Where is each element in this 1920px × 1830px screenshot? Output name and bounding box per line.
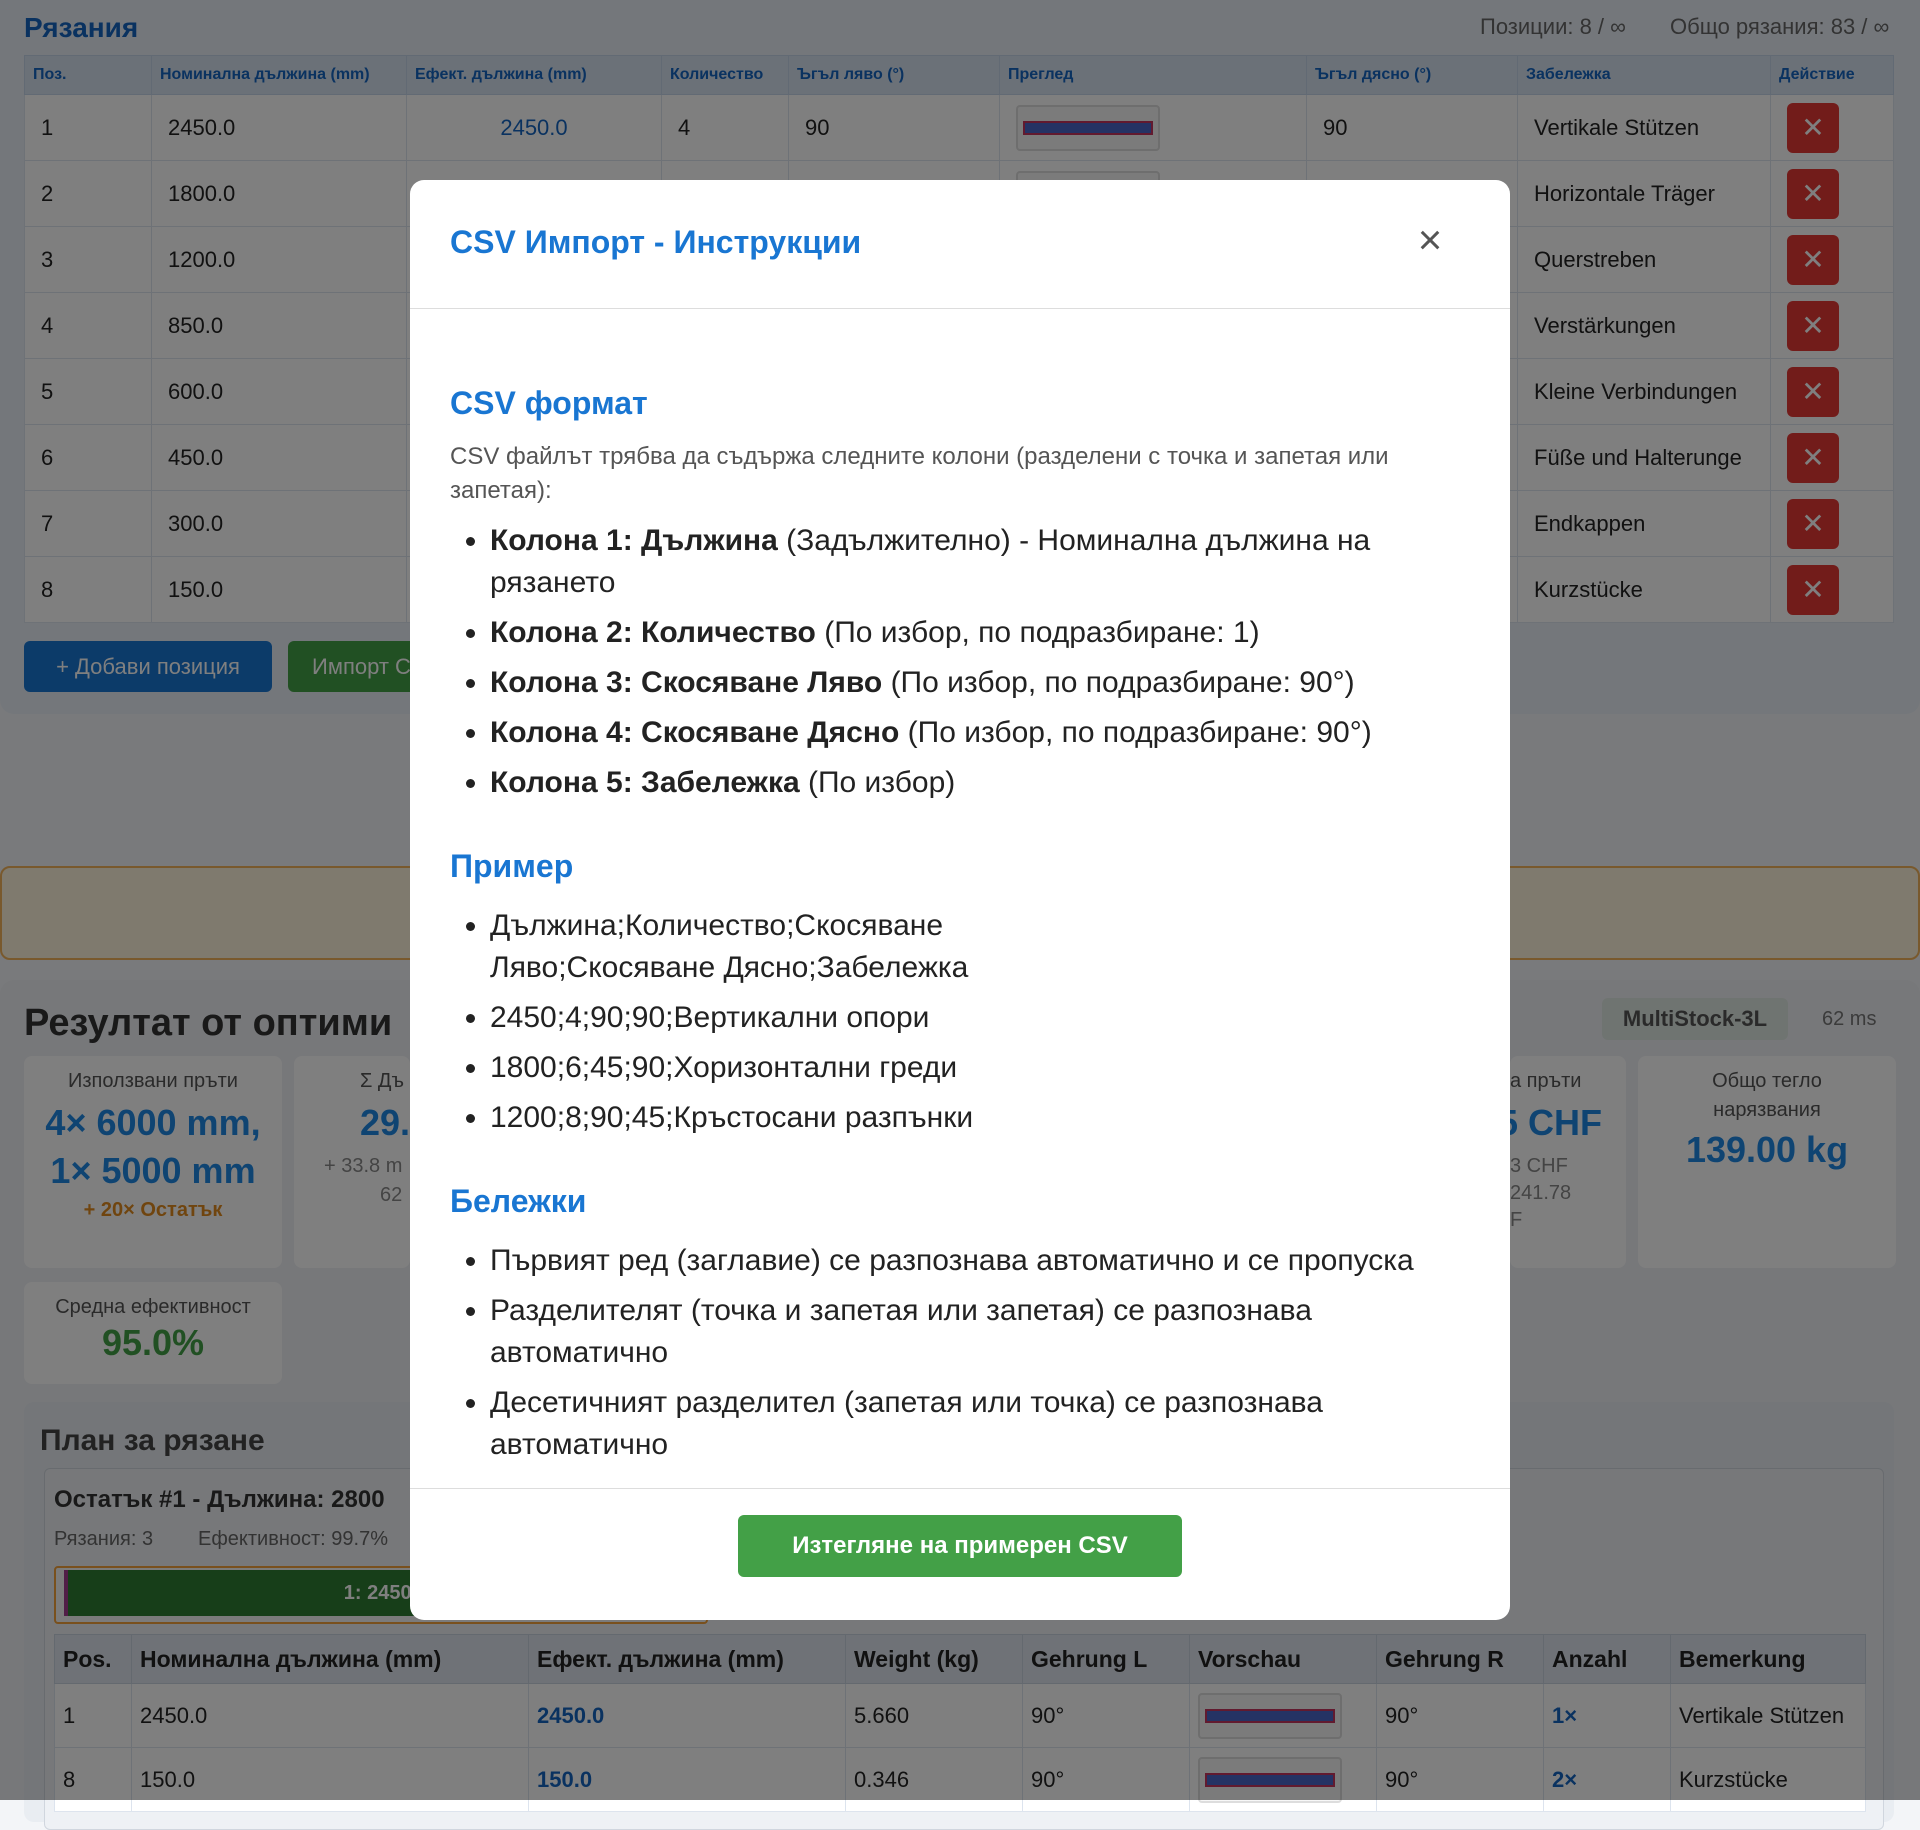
column-name: Колона 3: Скосяване Ляво [490, 666, 883, 699]
note-item: Десетичният разделител (запетая или точк… [490, 1382, 1470, 1466]
column-name: Колона 5: Забележка [490, 766, 800, 799]
column-desc: (По избор, по подразбиране: 90°) [882, 666, 1355, 699]
column-name: Колона 4: Скосяване Дясно [490, 716, 900, 749]
example-heading: Пример [450, 848, 574, 884]
column-desc: (По избор, по подразбиране: 1) [815, 616, 1260, 649]
close-icon[interactable]: × [1410, 219, 1450, 261]
column-item: Колона 5: Забележка (По избор) [490, 762, 1470, 804]
modal-footer: Изтегляне на примерен CSV [410, 1488, 1510, 1620]
download-example-csv-button[interactable]: Изтегляне на примерен CSV [738, 1515, 1182, 1577]
column-desc: (По избор, по подразбиране: 90°) [899, 716, 1372, 749]
modal-title: CSV Импорт - Инструкции [450, 224, 862, 260]
column-name: Колона 2: Количество [490, 616, 816, 649]
note-item: Разделителят (точка и запетая или запета… [490, 1290, 1470, 1374]
notes-list: Първият ред (заглавие) се разпознава авт… [450, 1240, 1470, 1466]
modal-body[interactable]: CSV формат CSV файлът трябва да съдържа … [410, 309, 1510, 1487]
example-line: 2450;4;90;90;Вертикални опори [490, 997, 1470, 1039]
column-item: Колона 1: Дължина (Задължително) - Номин… [490, 520, 1470, 604]
column-item: Колона 4: Скосяване Дясно (По избор, по … [490, 712, 1470, 754]
columns-list: Колона 1: Дължина (Задължително) - Номин… [450, 520, 1470, 804]
notes-heading: Бележки [450, 1183, 587, 1219]
column-item: Колона 2: Количество (По избор, по подра… [490, 612, 1470, 654]
format-intro: CSV файлът трябва да съдържа следните ко… [450, 443, 1389, 504]
example-line: 1800;6;45;90;Хоризонтални греди [490, 1047, 1470, 1089]
csv-import-modal: CSV Импорт - Инструкции × CSV формат CSV… [410, 180, 1510, 1620]
note-item: Първият ред (заглавие) се разпознава авт… [490, 1240, 1470, 1282]
modal-header: CSV Импорт - Инструкции × [410, 180, 1510, 309]
example-list: Дължина;Количество;Скосяване Ляво;Скосяв… [450, 905, 1470, 1139]
column-item: Колона 3: Скосяване Ляво (По избор, по п… [490, 662, 1470, 704]
column-name: Колона 1: Дължина [490, 524, 778, 557]
column-desc: (По избор) [799, 766, 956, 799]
example-line: 1200;8;90;45;Кръстосани разпънки [490, 1097, 1470, 1139]
example-line: Дължина;Количество;Скосяване Ляво;Скосяв… [490, 905, 1090, 989]
format-heading: CSV формат [450, 385, 648, 421]
